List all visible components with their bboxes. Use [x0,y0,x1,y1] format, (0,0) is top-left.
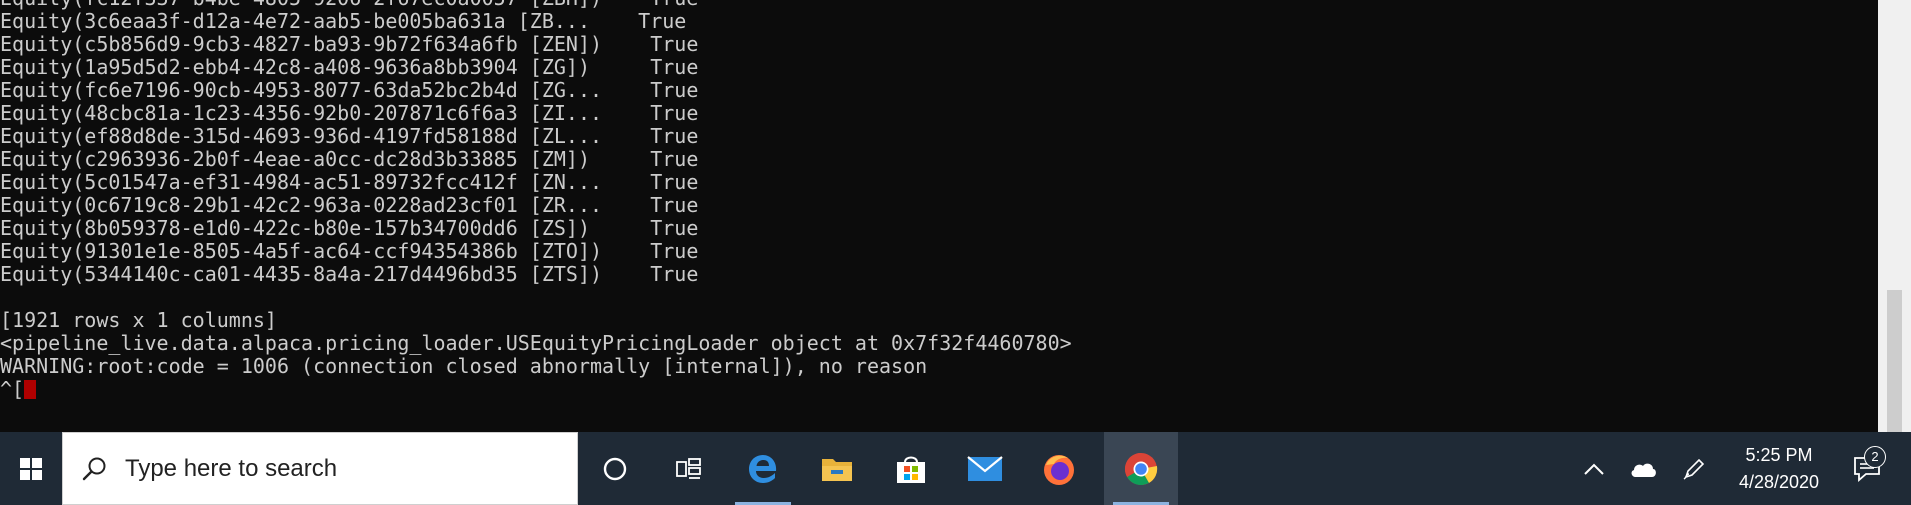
windows-logo-icon [20,457,42,480]
pen-icon [1683,458,1705,480]
start-button[interactable] [0,432,62,505]
firefox-icon [1044,454,1074,485]
action-center-button[interactable]: 2 [1842,432,1892,505]
onedrive-tray-button[interactable] [1621,432,1665,505]
mail-icon [967,455,1003,481]
scrollbar-thumb[interactable] [1887,290,1902,432]
taskbar-search-box[interactable] [62,432,578,505]
terminal-line: Equity(c2963936-2b0f-4eae-a0cc-dc28d3b33… [0,147,699,171]
terminal-line: Equity(48cbc81a-1c23-4356-92b0-207871c6f… [0,101,699,125]
task-view-icon [676,457,701,479]
show-hidden-icons-button[interactable] [1573,432,1615,505]
search-icon [81,456,107,482]
edge-taskbar-button[interactable] [726,432,800,505]
terminal-cursor [24,380,37,399]
clock-date: 4/28/2020 [1738,471,1820,492]
terminal-line: <pipeline_live.data.alpaca.pricing_loade… [0,331,1072,355]
terminal-line: Equity(ef88d8de-315d-4693-936d-4197fd581… [0,124,699,148]
terminal-line: Equity(fc6e7196-90cb-4953-8077-63da52bc2… [0,78,699,102]
store-button[interactable] [874,432,948,505]
terminal-line: Equity(8b059378-e1d0-422c-b80e-157b34700… [0,216,699,240]
terminal-line: WARNING:root:code = 1006 (connection clo… [0,354,928,378]
terminal-line: Equity(3c6eaa3f-d12a-4e72-aab5-be005ba63… [0,9,687,33]
cortana-circle-icon [603,457,627,480]
terminal-line: Equity(91301e1e-8505-4a5f-ac64-ccf943543… [0,239,699,263]
terminal-line: Equity(c5b856d9-9cb3-4827-ba93-9b72f634a… [0,32,699,56]
chrome-button[interactable] [1104,432,1178,505]
terminal-line: [1921 rows x 1 columns] [0,308,277,332]
chrome-icon [1124,452,1158,485]
cloud-icon [1631,463,1656,477]
mail-button[interactable] [948,432,1022,505]
notification-icon-wrap: 2 [1853,445,1886,482]
terminal-line: Equity(0c6719c8-29b1-42c2-963a-0228ad23c… [0,193,699,217]
system-clock[interactable]: 5:25 PM 4/28/2020 [1728,432,1830,505]
screen: Equity(fc12f337-b4be-4805-9206-2f67ec0a0… [0,0,1911,505]
terminal-line: Equity(1a95d5d2-ebb4-42c8-a408-9636a8bb3… [0,55,699,79]
windows-ink-button[interactable] [1672,432,1716,505]
terminal-line: ^[ [0,378,1072,401]
terminal-output: Equity(fc12f337-b4be-4805-9206-2f67ec0a0… [0,0,1072,401]
terminal-line: Equity(5c01547a-ef31-4984-ac51-89732fcc4… [0,170,699,194]
terminal-line: Equity(5344140c-ca01-4435-8a4a-217d4496b… [0,262,699,286]
firefox-button[interactable] [1022,432,1096,505]
taskbar: 5:25 PM 4/28/2020 2 [0,432,1911,505]
chevron-up-icon [1584,463,1604,475]
folder-icon [822,458,852,481]
notification-count-badge: 2 [1864,445,1886,468]
store-bag-icon [897,456,925,483]
clock-time: 5:25 PM [1745,444,1813,465]
file-explorer-button[interactable] [800,432,874,505]
terminal-window[interactable]: Equity(fc12f337-b4be-4805-9206-2f67ec0a0… [0,0,1878,432]
search-input[interactable] [125,454,525,483]
cortana-button[interactable] [578,432,652,505]
terminal-scrollbar[interactable] [1878,0,1911,432]
task-view-button[interactable] [652,432,726,505]
edge-icon [749,454,777,483]
